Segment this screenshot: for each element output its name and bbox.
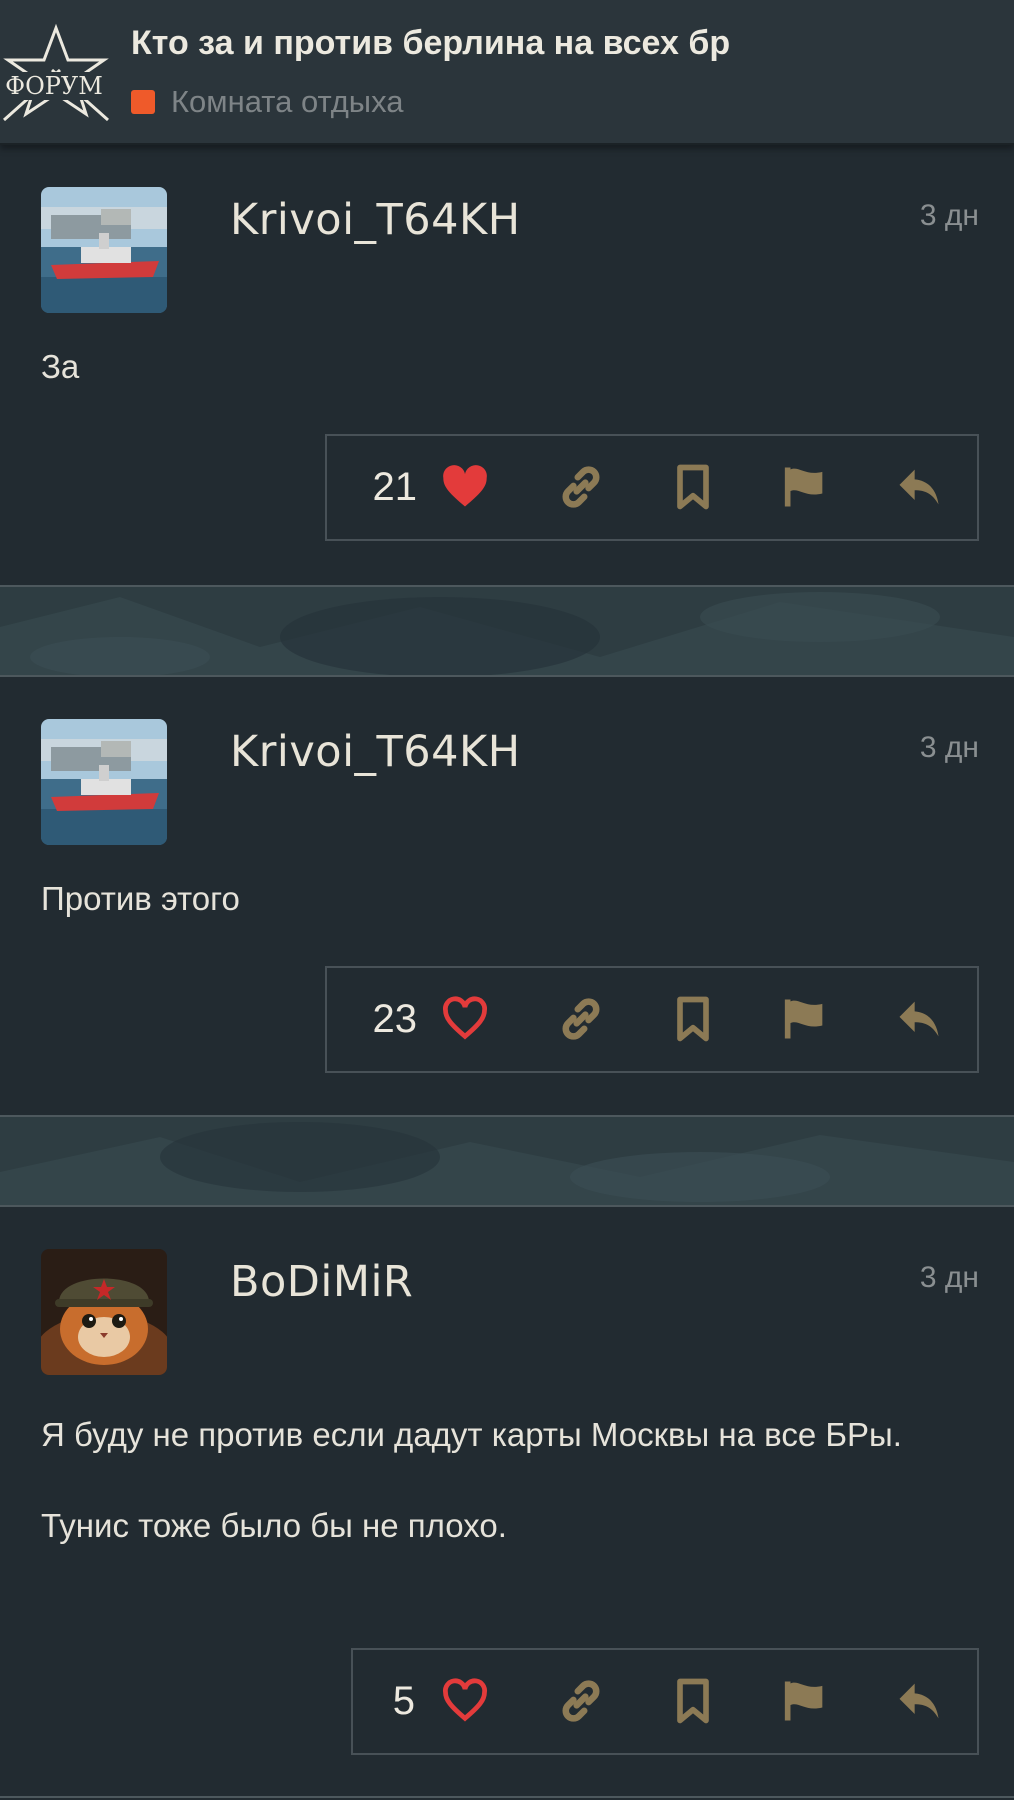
post-bottom-border	[0, 1796, 1014, 1798]
post-separator-banner	[0, 585, 1014, 677]
like-count[interactable]: 21	[347, 436, 418, 539]
user-avatar[interactable]	[41, 719, 167, 845]
category-badge[interactable]: Комната отдыха	[131, 84, 404, 120]
post-2: Krivoi_T64KH 3 дн Против этого 23	[0, 679, 1014, 1115]
post-actions: 5	[351, 1648, 979, 1755]
post-username[interactable]: Krivoi_T64KH	[230, 195, 521, 245]
bookmark-icon[interactable]	[667, 993, 719, 1045]
topic-header: ФОРУМ Кто за и против берлина на всех бр…	[0, 0, 1014, 145]
post-timestamp[interactable]: 3 дн	[920, 199, 979, 233]
post-3: BoDiMiR 3 дн Я буду не против если дадут…	[0, 1209, 1014, 1800]
post-username[interactable]: Krivoi_T64KH	[230, 727, 521, 777]
post-body: Против этого	[41, 875, 979, 922]
post-1: Krivoi_T64KH 3 дн За 21	[0, 147, 1014, 585]
post-body: Я буду не против если дадут карты Москвы…	[41, 1411, 979, 1549]
forum-logo-text: ФОРУМ	[5, 72, 103, 100]
post-separator-banner	[0, 1115, 1014, 1207]
post-paragraph: За	[41, 348, 80, 385]
flag-icon[interactable]	[779, 1675, 831, 1727]
like-count[interactable]: 5	[363, 1650, 415, 1753]
forum-logo[interactable]: ФОРУМ	[0, 22, 112, 122]
category-color-square	[131, 90, 155, 114]
post-actions: 23	[325, 966, 979, 1073]
like-count[interactable]: 23	[347, 968, 418, 1071]
user-avatar[interactable]	[41, 187, 167, 313]
reply-icon[interactable]	[893, 993, 945, 1045]
link-icon[interactable]	[555, 1675, 607, 1727]
flag-icon[interactable]	[779, 461, 831, 513]
category-name: Комната отдыха	[171, 84, 404, 119]
post-username[interactable]: BoDiMiR	[230, 1257, 413, 1307]
post-paragraph: Против этого	[41, 880, 240, 917]
heart-icon[interactable]	[439, 993, 491, 1045]
user-avatar[interactable]	[41, 1249, 167, 1375]
post-timestamp[interactable]: 3 дн	[920, 1261, 979, 1295]
post-actions: 21	[325, 434, 979, 541]
bookmark-icon[interactable]	[667, 1675, 719, 1727]
bookmark-icon[interactable]	[667, 461, 719, 513]
topic-title: Кто за и против берлина на всех бр	[131, 24, 731, 62]
post-body: За	[41, 343, 979, 390]
heart-icon[interactable]	[439, 1675, 491, 1727]
link-icon[interactable]	[555, 461, 607, 513]
post-paragraph: Я буду не против если дадут карты Москвы…	[41, 1416, 902, 1453]
reply-icon[interactable]	[893, 1675, 945, 1727]
link-icon[interactable]	[555, 993, 607, 1045]
post-timestamp[interactable]: 3 дн	[920, 731, 979, 765]
heart-icon[interactable]	[439, 461, 491, 513]
reply-icon[interactable]	[893, 461, 945, 513]
flag-icon[interactable]	[779, 993, 831, 1045]
post-paragraph: Тунис тоже было бы не плохо.	[41, 1507, 507, 1544]
